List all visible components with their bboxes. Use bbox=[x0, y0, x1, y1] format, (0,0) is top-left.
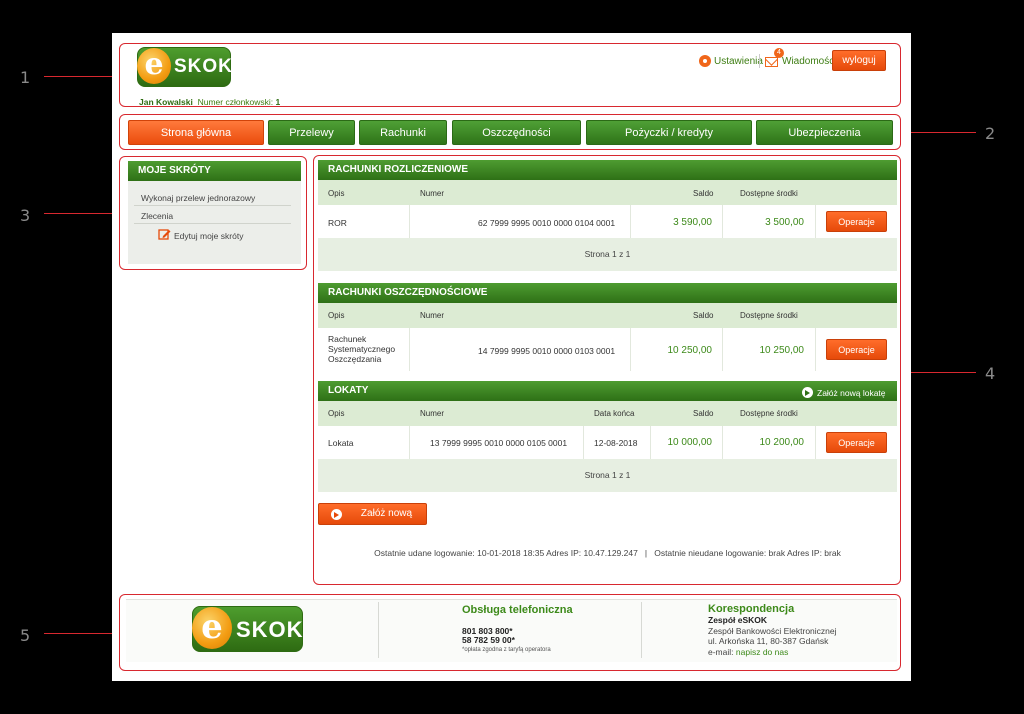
callout-line bbox=[44, 633, 120, 634]
annotation-frame-footer bbox=[119, 594, 901, 671]
annotation-frame-header bbox=[119, 43, 901, 107]
callout-number: 3 bbox=[20, 206, 31, 225]
callout-line bbox=[900, 372, 976, 373]
callout-number: 1 bbox=[20, 68, 31, 87]
callout-line bbox=[900, 132, 976, 133]
callout-line bbox=[44, 76, 120, 77]
callout-line bbox=[44, 213, 120, 214]
callout-number: 5 bbox=[20, 626, 31, 645]
callout-number: 4 bbox=[985, 364, 996, 383]
callout-number: 2 bbox=[985, 124, 996, 143]
annotation-frame-nav bbox=[119, 114, 901, 150]
annotation-frame-accounts bbox=[313, 155, 901, 585]
annotation-frame-shortcuts bbox=[119, 156, 307, 270]
